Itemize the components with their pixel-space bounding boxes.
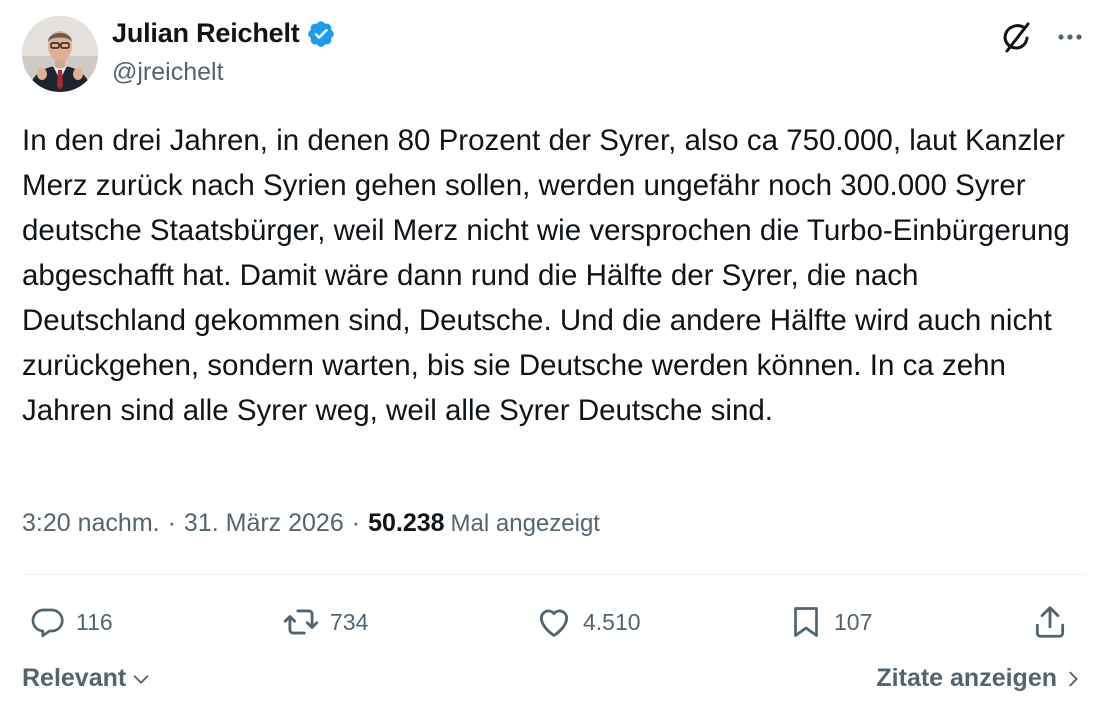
author-handle[interactable]: @jreichelt — [112, 58, 224, 87]
reply-button[interactable]: 116 — [30, 600, 113, 644]
avatar-photo-icon — [22, 16, 98, 92]
tweet-time[interactable]: 3:20 nachm. — [22, 509, 160, 538]
tweet-detail: Julian Reichelt @jreichelt In den drei J… — [0, 0, 1107, 716]
sort-dropdown[interactable]: Relevant — [22, 664, 152, 693]
bookmark-count: 107 — [834, 608, 873, 635]
share-button[interactable] — [1031, 600, 1069, 644]
top-actions — [999, 20, 1085, 54]
repost-count: 734 — [330, 608, 369, 635]
share-icon — [1035, 606, 1065, 638]
chevron-right-icon — [1069, 671, 1078, 686]
tweet-text: In den drei Jahren, in denen 80 Prozent … — [22, 124, 1079, 427]
repost-icon — [283, 609, 319, 635]
tweet-date[interactable]: 31. März 2026 — [184, 509, 344, 538]
repost-button[interactable]: 734 — [282, 600, 368, 644]
display-name[interactable]: Julian Reichelt — [112, 18, 300, 49]
reply-icon — [31, 608, 64, 638]
quotes-label: Zitate anzeigen — [876, 664, 1057, 692]
author-name-row[interactable]: Julian Reichelt — [112, 18, 336, 49]
grok-icon[interactable] — [999, 20, 1033, 54]
view-quotes-link[interactable]: Zitate anzeigen — [876, 664, 1081, 693]
meta-separator: · — [167, 509, 176, 537]
action-bar: 116 734 4.510 107 — [30, 600, 1077, 644]
views-count: 50.238 — [368, 509, 445, 537]
avatar[interactable] — [22, 16, 98, 92]
bookmark-button[interactable]: 107 — [788, 600, 872, 644]
like-count: 4.510 — [583, 608, 641, 635]
verified-badge-icon[interactable] — [306, 19, 336, 49]
reply-count: 116 — [76, 608, 113, 635]
like-icon — [539, 609, 569, 637]
chevron-down-icon — [133, 674, 149, 684]
sort-label: Relevant — [22, 664, 127, 692]
like-button[interactable]: 4.510 — [535, 600, 641, 644]
more-icon[interactable] — [1055, 22, 1085, 52]
views-label: Mal angezeigt — [450, 510, 600, 537]
bookmark-icon — [794, 607, 818, 637]
divider — [22, 574, 1085, 575]
meta-separator: · — [351, 509, 361, 537]
tweet-meta: 3:20 nachm. · 31. März 2026 · 50.238 Mal… — [22, 509, 600, 538]
